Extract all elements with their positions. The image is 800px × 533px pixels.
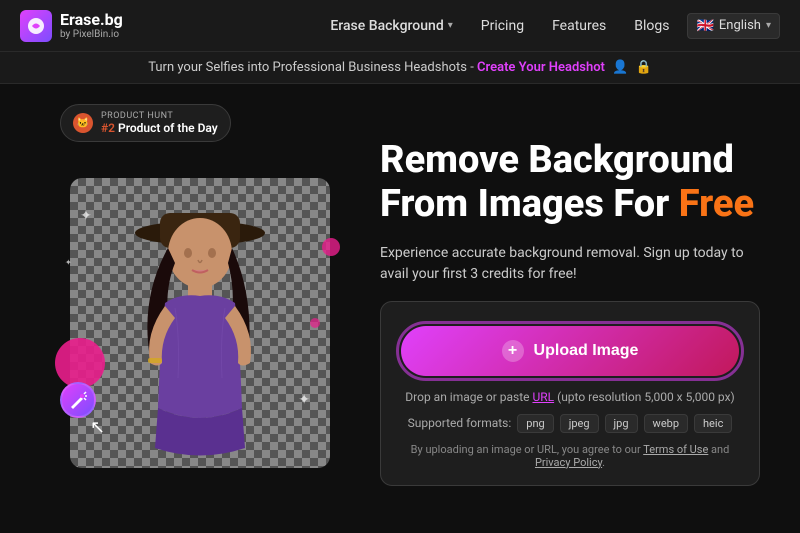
plus-icon: + [502,340,524,362]
upload-button[interactable]: + Upload Image [401,326,739,376]
nav-pricing[interactable]: Pricing [471,12,534,40]
format-webp: webp [644,414,688,433]
nav-features[interactable]: Features [542,12,616,40]
cursor-icon: ↖ [90,417,105,438]
announcement-link[interactable]: Create Your Headshot [477,60,605,75]
dropdown-arrow-icon: ▾ [448,20,453,31]
format-jpeg: jpeg [560,414,599,433]
navbar: Erase.bg by PixelBin.io Erase Background… [0,0,800,52]
woman-figure [80,178,320,468]
product-hunt-badge[interactable]: 🐱 PRODUCT HUNT #2 Product of the Day [60,104,231,142]
badge-text: PRODUCT HUNT #2 Product of the Day [101,111,218,135]
format-heic: heic [694,414,732,433]
format-png: png [517,414,553,433]
nav-links: Erase Background ▾ Pricing Features Blog… [320,12,780,40]
subheadline: Experience accurate background removal. … [380,243,750,285]
nav-erase-background[interactable]: Erase Background ▾ [320,12,462,40]
language-selector[interactable]: 🇬🇧 English ▾ [687,13,780,39]
lang-dropdown-arrow-icon: ▾ [766,20,771,31]
product-hunt-icon: 🐱 [73,113,93,133]
announcement-lock-icon: 🔒 [636,60,652,75]
logo-text: Erase.bg by PixelBin.io [60,11,123,40]
terms-text: By uploading an image or URL, you agree … [401,443,739,469]
logo[interactable]: Erase.bg by PixelBin.io [20,10,123,42]
upload-box: + Upload Image Drop an image or paste UR… [380,301,760,486]
terms-of-use-link[interactable]: Terms of Use [643,443,708,456]
main-content: 🐱 PRODUCT HUNT #2 Product of the Day [0,84,800,531]
flag-icon: 🇬🇧 [696,18,713,34]
sparkle-icon-3: ✦ [65,258,72,267]
left-panel: 🐱 PRODUCT HUNT #2 Product of the Day [40,84,360,531]
url-hint-link[interactable]: URL [532,390,554,404]
logo-icon [20,10,52,42]
format-jpg: jpg [605,414,638,433]
image-display: ✦ ✦ ✦ ↖ [70,178,330,468]
decorative-dot-small [322,238,340,256]
announcement-bar: Turn your Selfies into Professional Busi… [0,52,800,84]
supported-formats: Supported formats: png jpeg jpg webp hei… [401,414,739,433]
right-panel: Remove Background From Images For Free E… [380,129,760,485]
magic-wand-icon [60,382,96,418]
announcement-person-icon: 👤 [612,60,628,75]
privacy-policy-link[interactable]: Privacy Policy [535,456,602,469]
headline: Remove Background From Images For Free [380,139,760,226]
drop-hint: Drop an image or paste URL (upto resolut… [401,390,739,404]
nav-blogs[interactable]: Blogs [624,12,679,40]
